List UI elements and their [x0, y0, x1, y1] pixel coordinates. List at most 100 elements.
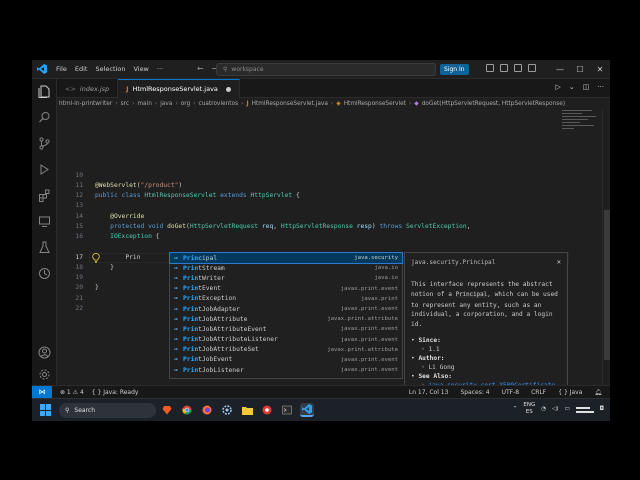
vscode-taskbar-icon[interactable]: [300, 403, 314, 417]
firefox-icon[interactable]: [200, 403, 214, 417]
menu-selection[interactable]: Selection: [95, 65, 125, 73]
minimap[interactable]: [562, 110, 602, 150]
explorer-icon[interactable]: [38, 85, 51, 98]
minimize-icon[interactable]: —: [550, 60, 570, 79]
back-arrow-icon[interactable]: ←: [197, 64, 204, 73]
suggestion-label: PrintJobAttributeSet: [183, 346, 327, 353]
testing-icon[interactable]: [38, 241, 51, 254]
menu-file[interactable]: File: [56, 65, 67, 73]
indentation[interactable]: Spaces: 4: [460, 389, 489, 396]
java-status[interactable]: { } Java: Ready: [92, 389, 139, 396]
notifications-icon[interactable]: ◘: [600, 406, 604, 412]
input-language[interactable]: ENG ES: [523, 402, 535, 416]
split-editor-icon[interactable]: ◫: [583, 83, 590, 91]
copilot-icon[interactable]: [486, 64, 494, 72]
run-icon[interactable]: ▷: [555, 83, 560, 91]
screen-recorder-icon[interactable]: [260, 403, 274, 417]
line-number: 19: [75, 274, 83, 281]
unsaved-dot-icon[interactable]: [225, 86, 231, 92]
encoding[interactable]: UTF-8: [502, 389, 520, 396]
language-mode[interactable]: { } Java: [558, 389, 582, 396]
breadcrumb-item[interactable]: HtmlResponseServlet.java: [252, 101, 328, 107]
tab-html-response-servlet[interactable]: J HtmlResponseServlet.java: [118, 79, 240, 98]
suggestion-label: PrintEvent: [183, 285, 341, 292]
method-icon: ◆: [414, 101, 419, 107]
account-icon[interactable]: [38, 346, 51, 359]
windows-start-icon[interactable]: [40, 404, 52, 416]
sign-in-button[interactable]: Sign In: [440, 64, 469, 75]
notifications-bell-icon[interactable]: 🔔︎: [594, 389, 602, 396]
breadcrumb-item[interactable]: HtmlResponseServlet: [344, 101, 406, 107]
menu-bar: File Edit Selection View ···: [56, 65, 163, 73]
wifi-icon[interactable]: ◔: [541, 406, 546, 412]
details-description: This interface represents the abstract n…: [411, 280, 561, 330]
manage-gear-icon[interactable]: [38, 368, 51, 381]
breadcrumb-item[interactable]: html-in-printwriter: [59, 101, 112, 107]
suggestion-item[interactable]: ⊸ Principal java.security: [169, 251, 403, 265]
remote-indicator-icon[interactable]: ⋈: [32, 385, 52, 399]
suggestion-rest: tJobListener: [198, 366, 244, 374]
breadcrumb-item[interactable]: org: [181, 101, 191, 107]
suggestion-item[interactable]: ⊸ PrintJobListener javax.print.event: [170, 365, 402, 375]
terminal-icon[interactable]: [280, 403, 294, 417]
breadcrumb-item[interactable]: main: [137, 101, 151, 107]
maximize-icon[interactable]: ☐: [570, 60, 590, 79]
breadcrumb-item[interactable]: src: [121, 101, 129, 107]
java-projects-icon[interactable]: [38, 267, 51, 280]
chevron-right-icon: ›: [115, 101, 118, 107]
tab-index-jsp[interactable]: <> index.jsp: [57, 79, 119, 98]
problems-indicator[interactable]: ⊗ 1 ⚠ 4: [60, 389, 84, 396]
toggle-sidebar-icon[interactable]: [500, 64, 508, 72]
search-icon[interactable]: [38, 111, 51, 124]
close-icon[interactable]: ✕: [557, 258, 561, 266]
run-dropdown-icon[interactable]: ⌄: [569, 83, 575, 91]
chrome-icon[interactable]: [180, 403, 194, 417]
customize-layout-icon[interactable]: [528, 64, 536, 72]
extensions-icon[interactable]: [38, 189, 51, 202]
toggle-panel-icon[interactable]: [514, 64, 522, 72]
chevron-right-icon: ›: [132, 101, 135, 107]
run-debug-icon[interactable]: [38, 163, 51, 176]
settings-app-icon[interactable]: [220, 403, 234, 417]
remote-explorer-icon[interactable]: [38, 215, 51, 228]
suggestion-item[interactable]: ⊸ PrintEvent javax.print.event: [170, 284, 402, 294]
taskbar-search[interactable]: ⚲ Search: [59, 403, 156, 418]
brave-browser-icon[interactable]: [160, 403, 174, 417]
scrollbar-thumb[interactable]: [604, 210, 610, 360]
menu-edit[interactable]: Edit: [75, 65, 88, 73]
suggestion-item[interactable]: ⊸ PrintJobEvent javax.print.event: [170, 355, 402, 365]
suggestion-item[interactable]: ⊸ PrintJobAdapter javax.print.event: [170, 304, 402, 314]
command-center-search[interactable]: ⚲ workspace: [216, 63, 436, 76]
close-icon[interactable]: ✕: [590, 60, 610, 79]
suggestion-item[interactable]: ⊸ PrintJobAttributeEvent javax.print.event: [170, 324, 402, 334]
source-control-icon[interactable]: [38, 137, 51, 150]
volume-icon[interactable]: ◁): [552, 406, 558, 412]
breadcrumb-item[interactable]: java: [160, 101, 172, 107]
more-actions-icon[interactable]: ···: [597, 83, 604, 91]
suggestion-item[interactable]: ⊸ PrintStream java.io: [170, 263, 402, 273]
clock[interactable]: [575, 405, 594, 413]
suggestion-list: ⊸ Principal java.security ⊸ PrintStream java.…: [169, 251, 403, 379]
breadcrumb-item[interactable]: cuatrovientos: [199, 101, 239, 107]
suggestion-item[interactable]: ⊸ PrintJobAttribute javax.print.attribute: [170, 314, 402, 324]
battery-icon[interactable]: ▭: [564, 406, 569, 412]
suggestion-item[interactable]: ⊸ PrintJobAttributeSet javax.print.attribu…: [170, 345, 402, 355]
line-number: 14: [75, 213, 83, 220]
match-highlight: Prin: [183, 315, 199, 323]
menu-more[interactable]: ···: [157, 65, 163, 73]
vertical-scrollbar[interactable]: [602, 110, 610, 385]
suggestion-label: PrintJobAdapter: [183, 306, 341, 313]
breadcrumb-item[interactable]: doGet(HttpServletRequest, HttpServletRes…: [422, 101, 565, 107]
file-explorer-icon[interactable]: [240, 403, 254, 417]
interface-icon: ⊸: [174, 325, 178, 333]
code-editor[interactable]: 10 11 12 13 14 15 16 17 18 19 20 21 22 @…: [57, 110, 610, 395]
menu-view[interactable]: View: [133, 65, 148, 73]
cursor-position[interactable]: Ln 17, Col 13: [409, 389, 449, 396]
suggestion-label: PrintJobAttributeListener: [183, 336, 341, 343]
suggestion-item[interactable]: ⊸ PrintJobAttributeListener javax.print.ev…: [170, 335, 402, 345]
line-ending[interactable]: CRLF: [531, 389, 546, 396]
chevron-up-icon[interactable]: ⌃: [513, 406, 518, 412]
line-number: 11: [75, 182, 83, 189]
suggestion-item[interactable]: ⊸ PrintException javax.print: [170, 294, 402, 304]
suggestion-item[interactable]: ⊸ PrintWriter java.io: [170, 273, 402, 283]
